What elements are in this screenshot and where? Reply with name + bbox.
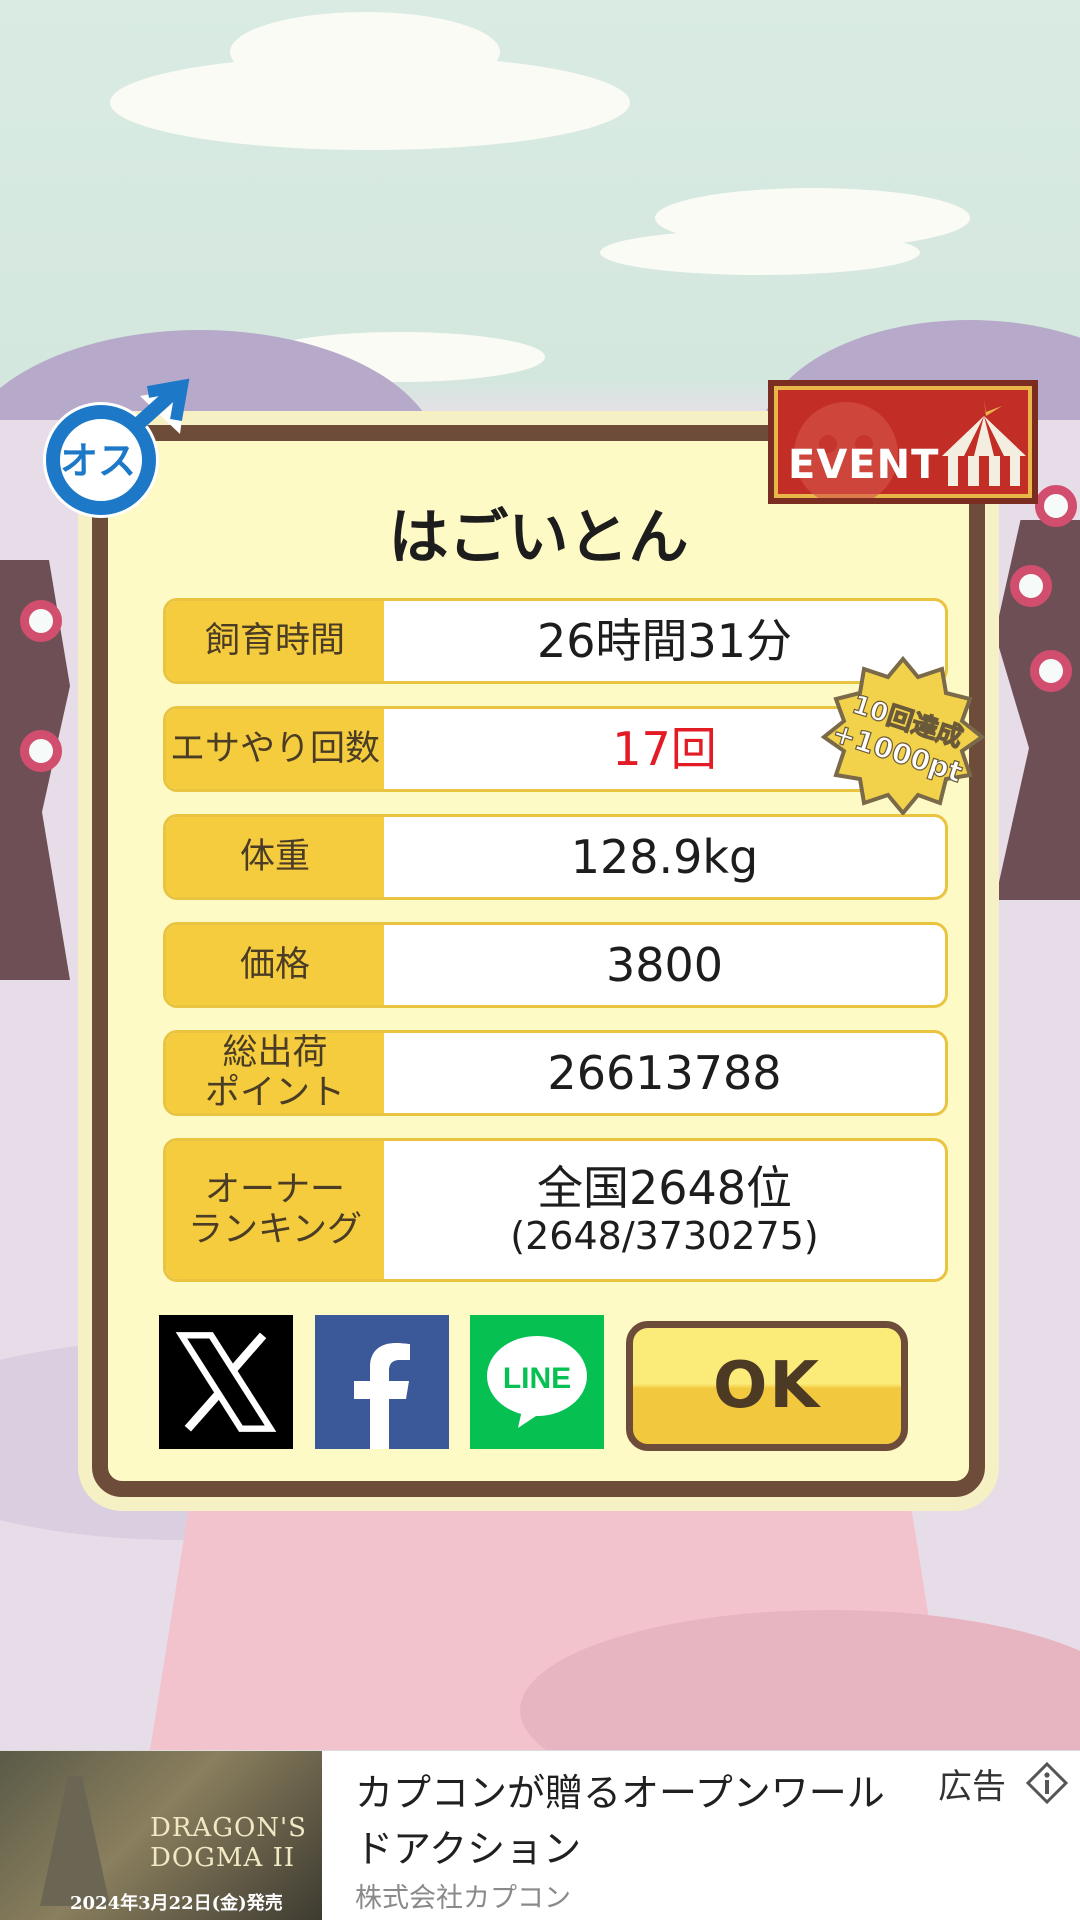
stat-label: エサやり回数 (166, 709, 384, 789)
ad-image-date: 2024年3月22日(金)発売 (70, 1893, 283, 1914)
stat-value: 128.9kg (570, 829, 759, 884)
ad-title[interactable]: カプコンが贈るオープンワールドアクション (355, 1765, 915, 1877)
gender-label: オス (60, 439, 136, 483)
x-logo-icon (175, 1332, 277, 1432)
stat-row-price: 価格 3800 (163, 922, 948, 1008)
line-logo-icon: LINE (487, 1336, 587, 1428)
share-facebook-button[interactable] (315, 1315, 449, 1449)
blossom (1030, 650, 1072, 692)
stat-label: 飼育時間 (166, 601, 384, 681)
facebook-logo-icon (354, 1343, 410, 1449)
cloud (655, 188, 970, 248)
starburst-icon: 10回達成 +1000pt (820, 655, 986, 817)
ad-advertiser: 株式会社カプコン (355, 1883, 571, 1914)
stat-label: 価格 (166, 925, 384, 1005)
stat-value: 26613788 (547, 1045, 782, 1100)
blossom (1010, 565, 1052, 607)
ok-button[interactable]: OK (626, 1321, 908, 1451)
blossom (20, 730, 62, 772)
ad-banner[interactable]: DRAGON'S DOGMA II 2024年3月22日(金)発売 カプコンが贈… (0, 1750, 1080, 1920)
stat-row-owner-ranking: オーナー ランキング 全国2648位 (2648/3730275) (163, 1138, 948, 1282)
ad-info-icon[interactable] (1025, 1761, 1069, 1805)
stat-label: 総出荷 ポイント (166, 1033, 384, 1113)
stat-label: 体重 (166, 817, 384, 897)
stat-row-weight: 体重 128.9kg (163, 814, 948, 900)
event-label: EVENT (788, 442, 940, 488)
cloud (230, 12, 500, 92)
share-line-button[interactable]: LINE (470, 1315, 604, 1449)
share-x-button[interactable] (159, 1315, 293, 1449)
event-banner-button[interactable]: EVENT (768, 380, 1038, 504)
stat-value-group: 全国2648位 (2648/3730275) (384, 1141, 945, 1279)
ranking-value: 全国2648位 (536, 1160, 793, 1215)
circus-tent-icon (942, 400, 1026, 486)
pig-status-panel: はごいとん 飼育時間 26時間31分 エサやり回数 17回 体重 128.9kg… (92, 425, 985, 1497)
ad-image[interactable]: DRAGON'S DOGMA II 2024年3月22日(金)発売 (0, 1751, 322, 1920)
blossom (1035, 485, 1077, 527)
ad-label: 広告 (938, 1767, 1006, 1807)
male-symbol-icon: オス (43, 378, 190, 518)
stat-row-total-points: 総出荷 ポイント 26613788 (163, 1030, 948, 1116)
stat-value: 3800 (605, 937, 724, 992)
stat-label: オーナー ランキング (166, 1141, 384, 1279)
ranking-detail: (2648/3730275) (510, 1213, 819, 1258)
ad-image-pillar (40, 1776, 110, 1906)
bonus-badge: 10回達成 +1000pt (818, 655, 988, 817)
line-label: LINE (503, 1362, 571, 1395)
blossom (20, 600, 62, 642)
ad-image-logo: DRAGON'S DOGMA II (150, 1813, 307, 1873)
gender-male-badge: オス (36, 378, 196, 528)
